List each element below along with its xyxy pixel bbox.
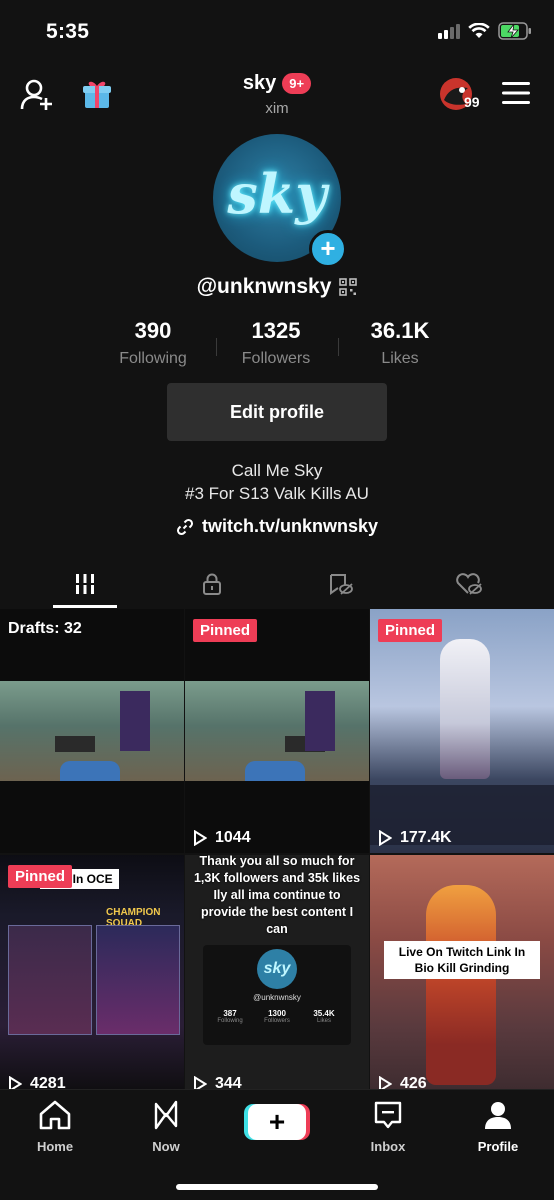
likes-count: 36.1K [370, 318, 430, 343]
username: @unknwnsky [196, 275, 332, 298]
nav-label: Now [152, 1139, 180, 1154]
hidden-bookmark-icon [330, 574, 353, 595]
create-button[interactable]: + [248, 1104, 306, 1140]
mini-stat-label: Following [217, 1018, 243, 1024]
mini-stat-value: 1300 [268, 1009, 286, 1018]
tab-favorites[interactable] [272, 560, 410, 608]
cellular-signal-icon [438, 23, 460, 39]
display-name-text: sky [242, 72, 277, 94]
nav-label: Inbox [370, 1139, 406, 1154]
mini-stat-value: 35.4K [313, 1009, 335, 1018]
home-icon [39, 1100, 71, 1130]
followers-count: 1325 [251, 318, 301, 343]
link-text: twitch.tv/unknwnsky [201, 516, 379, 536]
now-icon [154, 1100, 178, 1130]
battery-charging-icon [498, 22, 531, 40]
mini-stat-value: 387 [223, 1009, 237, 1018]
following-label: Following [119, 350, 187, 367]
video-grid: Drafts: 32 Pinned 1044 Pinned 177.4K Duo… [0, 609, 554, 1099]
mini-avatar: sky [257, 949, 297, 989]
bio-line: #3 For S13 Valk Kills AU [185, 484, 369, 503]
hamburger-menu-icon[interactable] [502, 82, 530, 104]
coin-count: 99 [464, 94, 480, 110]
username-row: @unknwnsky [0, 275, 554, 299]
video-tile[interactable]: Live On Twitch Link In Bio Kill Grinding… [370, 855, 554, 1099]
profile-bio: Call Me Sky #3 For S13 Valk Kills AU [0, 459, 554, 505]
drafts-tile[interactable]: Drafts: 32 [0, 609, 184, 853]
nav-home[interactable]: Home [0, 1100, 110, 1154]
mini-stat-label: Followers [264, 1018, 290, 1024]
stat-likes[interactable]: 36.1K Likes [340, 318, 460, 368]
lock-icon [203, 573, 221, 595]
pinned-badge: Pinned [8, 865, 73, 888]
view-count: 177.4K [378, 829, 452, 847]
avatar-logo-text: sky [227, 162, 327, 226]
following-count: 390 [134, 318, 172, 343]
wifi-icon [468, 23, 490, 38]
status-time: 5:35 [46, 20, 90, 43]
drafts-label: Drafts: 32 [8, 620, 82, 637]
tab-liked[interactable] [400, 560, 538, 608]
video-tile[interactable]: Duo In OCE CHAMPION SQUAD Pinned 4281 [0, 855, 184, 1099]
pinned-badge: Pinned [193, 619, 258, 642]
squad-card [96, 925, 180, 1035]
view-count-text: 1044 [215, 829, 251, 846]
mini-profile-card: sky @unknwnsky 387 Following 1300 Follow… [203, 945, 351, 1045]
content-tabs [0, 560, 554, 608]
nav-inbox[interactable]: Inbox [333, 1100, 443, 1154]
notification-badge: 9+ [282, 73, 312, 94]
view-count-text: 177.4K [400, 829, 452, 846]
video-tile[interactable]: Pinned 177.4K [370, 609, 554, 853]
mini-stat: 387 Following [207, 1009, 253, 1024]
inbox-icon [374, 1101, 402, 1129]
video-caption: Thank you all so much for 1,3K followers… [193, 855, 361, 936]
mini-username: @unknwnsky [253, 993, 301, 1002]
qr-code-icon[interactable] [339, 278, 358, 296]
grid-icon [74, 574, 96, 594]
edit-profile-button[interactable]: Edit profile [167, 383, 387, 441]
view-count: 1044 [193, 829, 251, 847]
status-icons [438, 22, 532, 40]
character-figure [426, 885, 496, 1085]
link-icon [176, 518, 194, 535]
video-thumbnail [185, 681, 369, 781]
video-tile[interactable]: Thank you all so much for 1,3K followers… [185, 855, 369, 1099]
liked-icon [456, 573, 482, 595]
draft-thumbnail [0, 681, 184, 781]
tab-videos[interactable] [16, 560, 154, 608]
character-figure [440, 639, 490, 779]
mini-stat-label: Likes [316, 1018, 331, 1024]
stat-divider [338, 338, 339, 356]
nav-profile[interactable]: Profile [443, 1100, 553, 1154]
squad-card [8, 925, 92, 1035]
bio-line: Call Me Sky [231, 461, 323, 480]
bio-link[interactable]: twitch.tv/unknwnsky [0, 516, 554, 541]
stat-following[interactable]: 390 Following [93, 318, 213, 368]
active-tab-indicator [53, 605, 117, 608]
pinned-badge: Pinned [378, 619, 443, 642]
profile-icon [485, 1102, 511, 1129]
play-icon [194, 830, 207, 846]
followers-label: Followers [241, 350, 311, 367]
home-indicator[interactable] [176, 1184, 378, 1190]
stat-followers[interactable]: 1325 Followers [216, 318, 336, 368]
mini-stat: 35.4K Likes [301, 1009, 347, 1024]
nav-label: Home [36, 1139, 74, 1154]
nav-now[interactable]: Now [111, 1100, 221, 1154]
tab-private[interactable] [143, 560, 281, 608]
likes-label: Likes [381, 350, 419, 367]
video-tile[interactable]: Pinned 1044 [185, 609, 369, 853]
play-icon [379, 830, 392, 846]
nav-label: Profile [477, 1139, 519, 1154]
status-bar: 5:35 [0, 0, 554, 64]
mini-stat: 1300 Followers [254, 1009, 300, 1024]
add-avatar-button[interactable]: + [309, 230, 347, 268]
profile-header: sky 9+ xim 99 [0, 64, 554, 128]
video-caption: Live On Twitch Link In Bio Kill Grinding [384, 941, 540, 979]
